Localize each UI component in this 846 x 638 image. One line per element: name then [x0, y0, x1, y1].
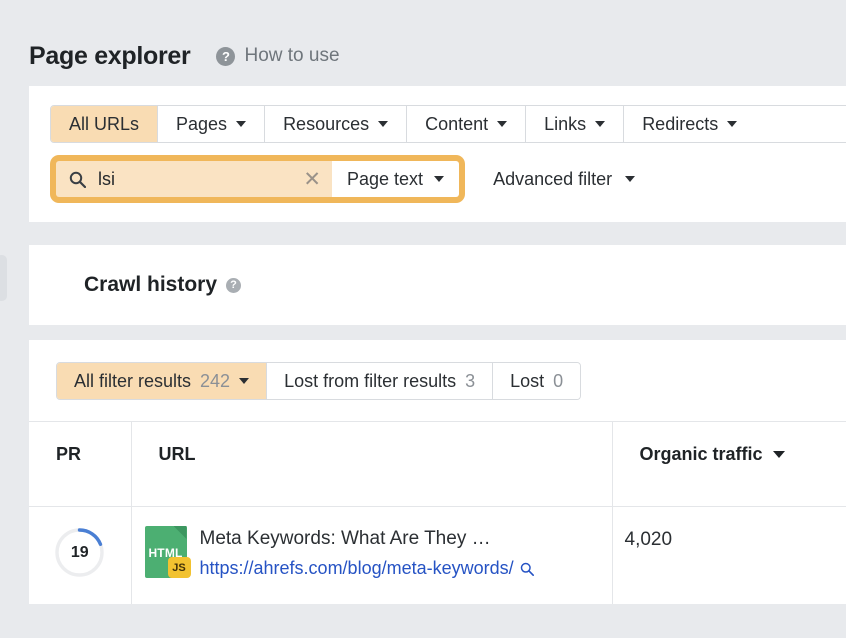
search-field-wrapper[interactable]: lsi ✕: [56, 161, 332, 197]
tab-links[interactable]: Links: [526, 106, 624, 142]
search-input[interactable]: lsi: [98, 169, 291, 190]
chevron-down-icon: [434, 176, 444, 182]
column-header-organic-traffic[interactable]: Organic traffic: [612, 422, 846, 507]
page-title: Page explorer: [29, 42, 190, 71]
how-to-use-label: How to use: [244, 45, 339, 67]
tab-redirects-label: Redirects: [642, 114, 718, 135]
tab-lost-count: 0: [553, 371, 563, 392]
filters-card: All URLs Pages Resources Content Links R…: [29, 86, 846, 222]
column-header-url-label: URL: [159, 444, 196, 465]
results-table: PR URL Organic traffic: [29, 421, 846, 604]
column-header-pr[interactable]: PR: [29, 422, 131, 507]
tab-resources[interactable]: Resources: [265, 106, 407, 142]
clear-search-icon[interactable]: ✕: [303, 169, 321, 190]
tab-all-urls[interactable]: All URLs: [51, 106, 158, 142]
cell-organic-traffic: 4,020: [612, 507, 846, 605]
tab-lost-from-filter-results-label: Lost from filter results: [284, 371, 456, 392]
page-url-link[interactable]: https://ahrefs.com/blog/meta-keywords/: [200, 557, 598, 583]
search-row: lsi ✕ Page text Advanced filter: [50, 155, 846, 203]
chevron-down-icon: [625, 176, 635, 182]
results-tabs: All filter results 242 Lost from filter …: [56, 362, 581, 400]
advanced-filter-label: Advanced filter: [493, 169, 612, 190]
tab-all-filter-results[interactable]: All filter results 242: [57, 363, 267, 399]
search-scope-label: Page text: [347, 169, 423, 190]
tab-lost-from-filter-results[interactable]: Lost from filter results 3: [267, 363, 493, 399]
question-mark-circle-icon: ?: [216, 47, 235, 66]
cell-pr: 19: [29, 507, 131, 605]
tab-links-label: Links: [544, 114, 586, 135]
tab-all-filter-results-label: All filter results: [74, 371, 191, 392]
chevron-down-icon: [378, 121, 388, 127]
inspect-url-search-icon[interactable]: [520, 559, 534, 583]
js-badge-icon: JS: [168, 557, 191, 578]
page-header: Page explorer ? How to use: [0, 0, 846, 86]
chevron-down-icon: [236, 121, 246, 127]
page-title-text: Meta Keywords: What Are They …: [200, 526, 598, 552]
tab-redirects[interactable]: Redirects: [624, 106, 755, 142]
tab-lost-label: Lost: [510, 371, 544, 392]
url-type-tabs: All URLs Pages Resources Content Links R…: [50, 105, 846, 143]
pr-score-value: 19: [54, 527, 105, 578]
chevron-down-icon: [239, 378, 249, 384]
column-header-pr-label: PR: [56, 444, 81, 465]
page-url-text: https://ahrefs.com/blog/meta-keywords/: [200, 558, 514, 578]
sidebar-collapse-handle[interactable]: [0, 255, 7, 301]
table-row[interactable]: 19 HTML JS Meta Keywords: What Are They …: [29, 507, 846, 605]
question-mark-circle-icon[interactable]: ?: [226, 278, 241, 293]
pr-score-donut: 19: [54, 527, 105, 578]
sort-descending-icon[interactable]: [773, 451, 785, 458]
table-header-row: PR URL Organic traffic: [29, 422, 846, 507]
search-icon: [69, 171, 86, 188]
column-header-url[interactable]: URL: [131, 422, 612, 507]
crawl-history-title: Crawl history: [84, 273, 217, 297]
how-to-use-link[interactable]: ? How to use: [216, 45, 339, 67]
tab-content[interactable]: Content: [407, 106, 526, 142]
tab-all-filter-results-count: 242: [200, 371, 230, 392]
advanced-filter-dropdown[interactable]: Advanced filter: [493, 169, 635, 190]
tab-lost[interactable]: Lost 0: [493, 363, 580, 399]
tab-all-urls-label: All URLs: [69, 114, 139, 135]
chevron-down-icon: [497, 121, 507, 127]
chevron-down-icon: [595, 121, 605, 127]
tab-content-label: Content: [425, 114, 488, 135]
column-header-organic-traffic-label: Organic traffic: [640, 444, 763, 465]
results-filter-bar: All filter results 242 Lost from filter …: [29, 340, 846, 421]
search-focus-ring: lsi ✕ Page text: [50, 155, 465, 203]
crawl-history-heading: Crawl history ?: [84, 273, 241, 297]
tab-lost-from-filter-results-count: 3: [465, 371, 475, 392]
search-scope-dropdown[interactable]: Page text: [332, 161, 459, 197]
results-card: All filter results 242 Lost from filter …: [29, 340, 846, 604]
tab-pages-label: Pages: [176, 114, 227, 135]
tab-pages[interactable]: Pages: [158, 106, 265, 142]
chevron-down-icon: [727, 121, 737, 127]
tab-resources-label: Resources: [283, 114, 369, 135]
crawl-history-card: Crawl history ?: [29, 245, 846, 325]
cell-url: HTML JS Meta Keywords: What Are They … h…: [131, 507, 612, 605]
html-file-icon: HTML JS: [145, 526, 187, 578]
